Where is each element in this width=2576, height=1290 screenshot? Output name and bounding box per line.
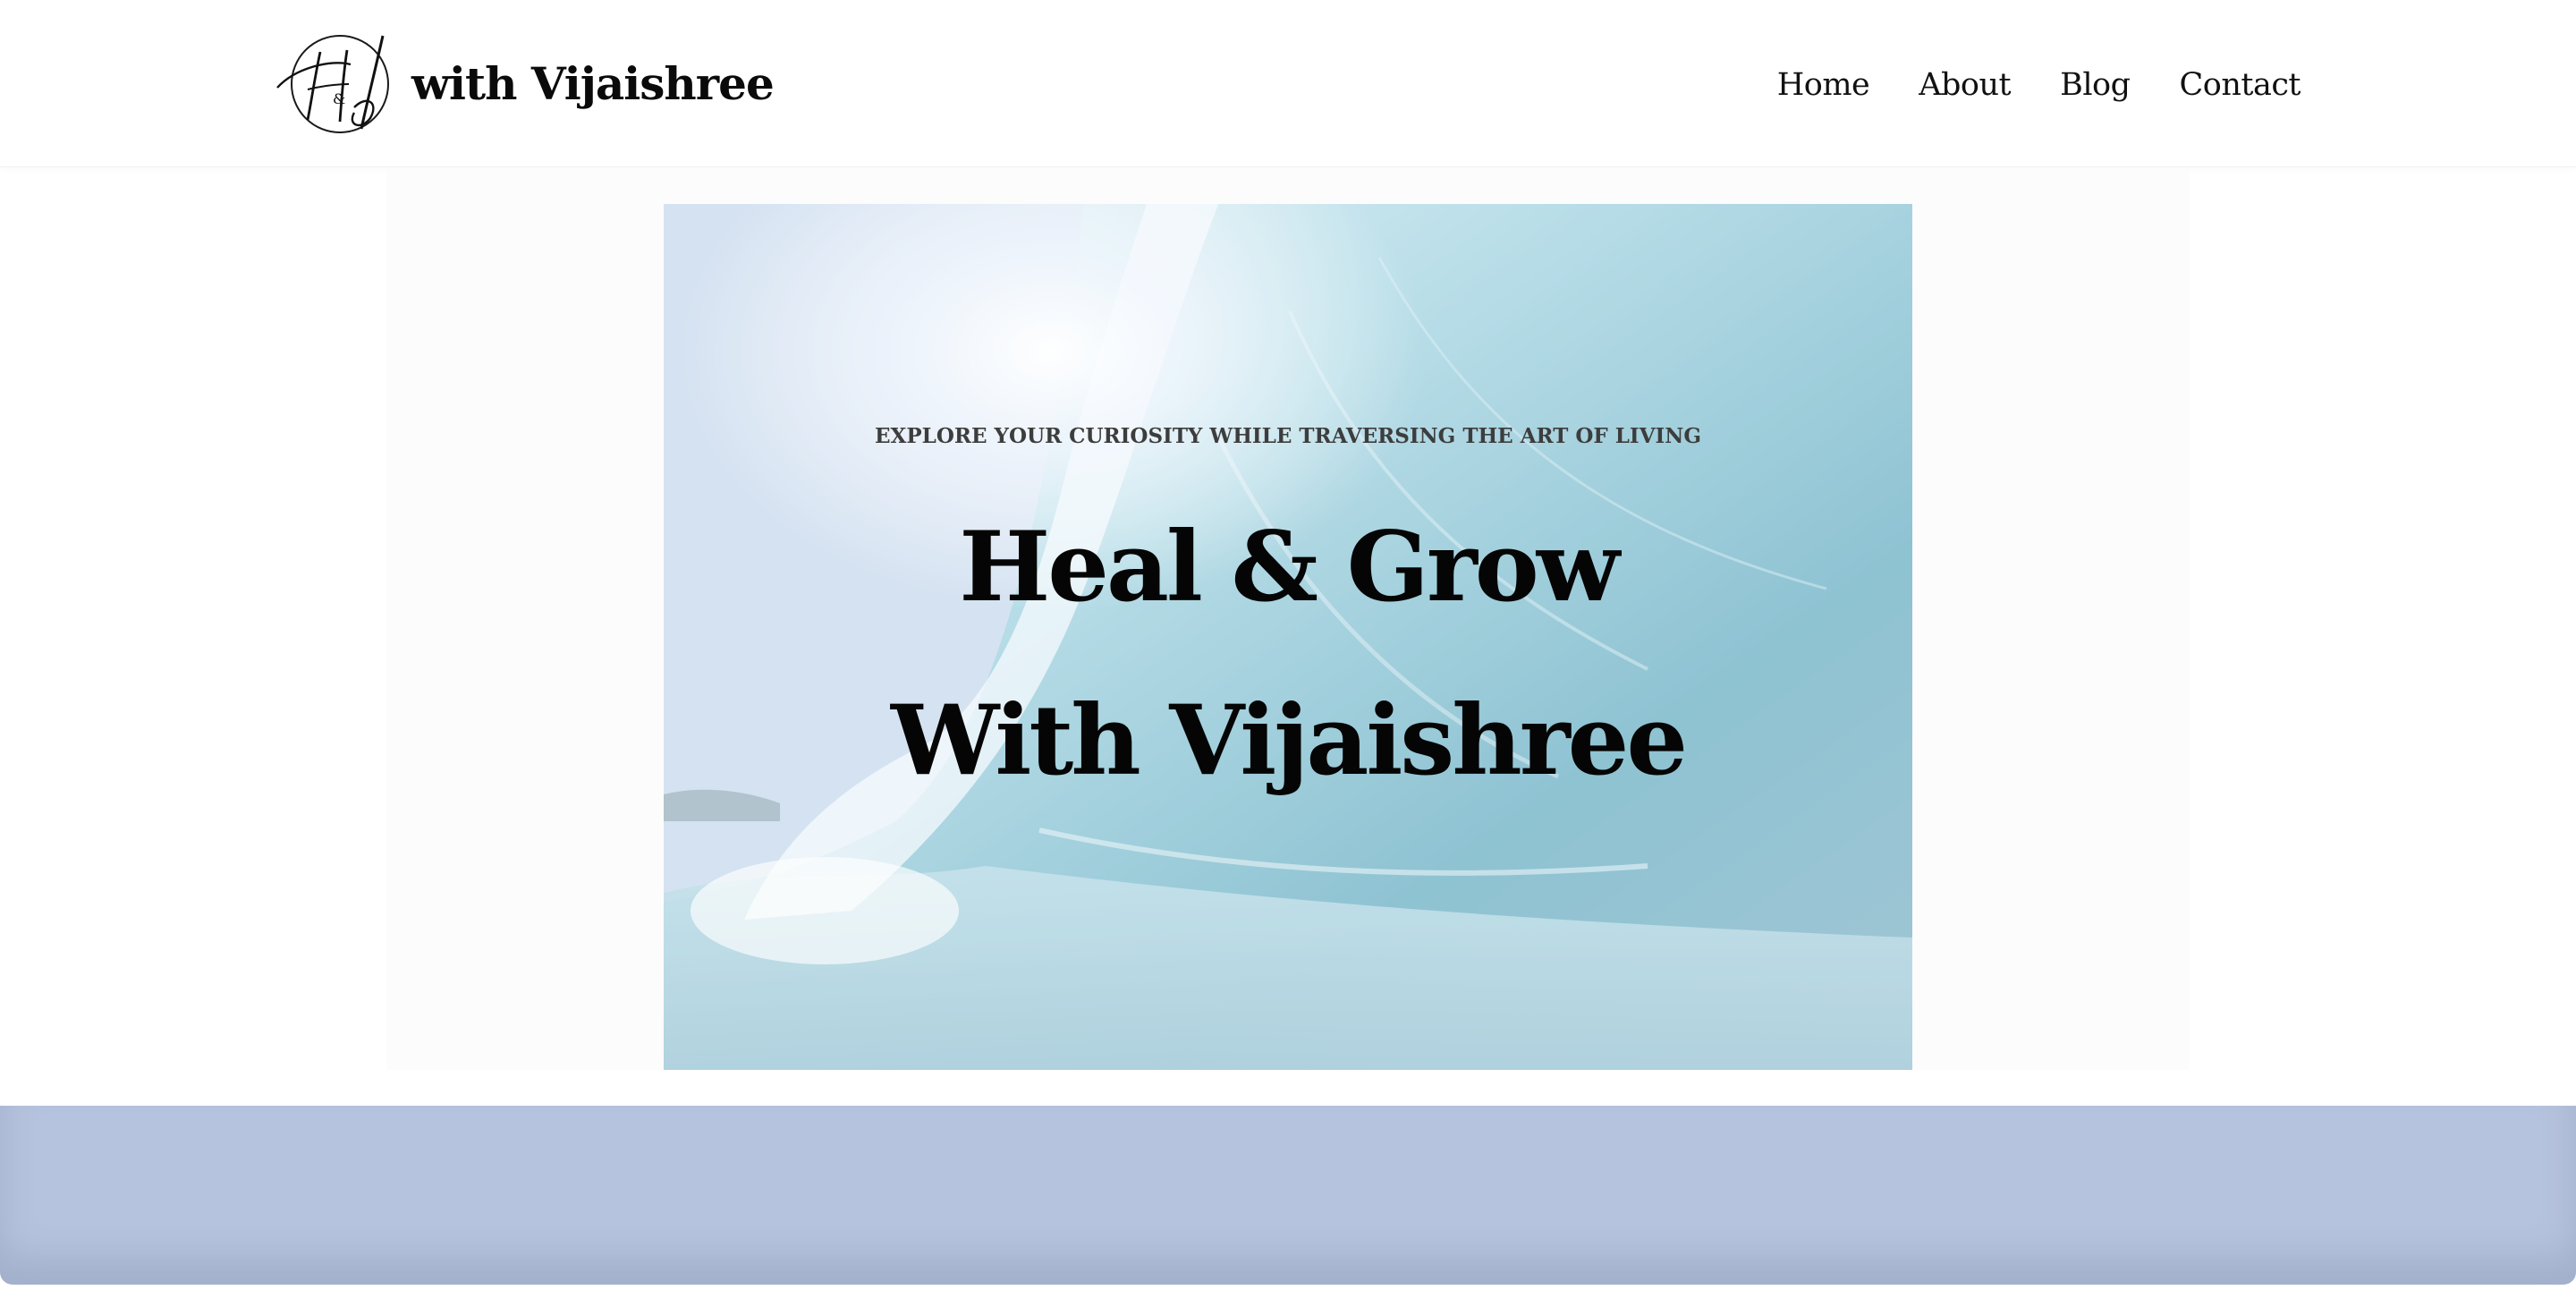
- page: & with Vijaishree Home About Blog Contac…: [0, 0, 2576, 1290]
- footer-band: [0, 1106, 2576, 1285]
- main-nav: Home About Blog Contact: [1728, 54, 2301, 116]
- nav-about-link[interactable]: About: [1919, 67, 2011, 103]
- hero-overlay: [664, 204, 1912, 1070]
- nav-contact-link[interactable]: Contact: [2180, 67, 2301, 103]
- hero-title-line-1: Heal & Grow: [959, 511, 1620, 624]
- hero-title-line-2: With Vijaishree: [890, 684, 1688, 797]
- hg-monogram-logo-icon[interactable]: &: [268, 32, 394, 134]
- hero-kicker: EXPLORE YOUR CURIOSITY WHILE TRAVERSING …: [875, 424, 1701, 448]
- site-header: & with Vijaishree Home About Blog Contac…: [0, 0, 2576, 167]
- hero-banner: EXPLORE YOUR CURIOSITY WHILE TRAVERSING …: [664, 204, 1912, 1070]
- nav-home-link[interactable]: Home: [1777, 67, 1870, 103]
- nav-blog-link[interactable]: Blog: [2060, 67, 2131, 103]
- svg-text:&: &: [333, 90, 345, 107]
- site-title[interactable]: with Vijaishree: [411, 50, 775, 118]
